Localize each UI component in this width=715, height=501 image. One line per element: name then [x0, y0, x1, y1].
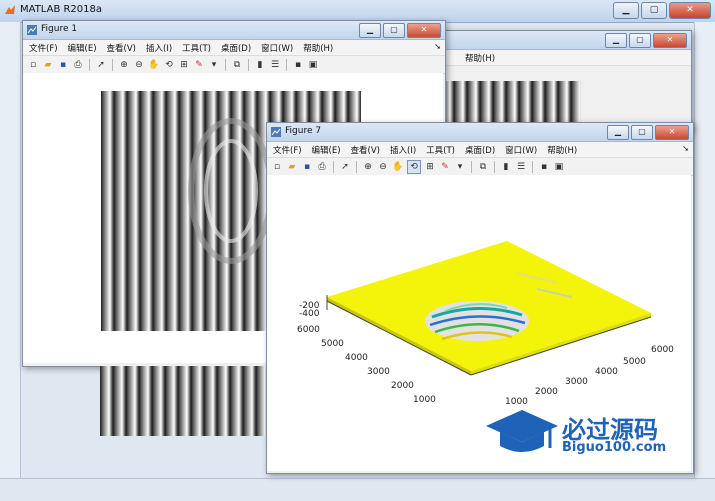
graduation-cap-icon: [486, 410, 558, 452]
brush-dropdown-icon[interactable]: ▾: [208, 59, 220, 71]
pointer-icon[interactable]: ➚: [339, 161, 351, 173]
brush-icon[interactable]: ✎: [193, 59, 205, 71]
status-bar: [0, 478, 715, 501]
fig7-menubar: 文件(F) 编辑(E) 查看(V) 插入(I) 工具(T) 桌面(D) 窗口(W…: [267, 142, 693, 158]
minimize-button[interactable]: ▁: [613, 2, 639, 19]
open-file-icon[interactable]: ▰: [286, 161, 298, 173]
fig1-close-button[interactable]: ✕: [407, 23, 441, 38]
menu-dock-arrow-icon[interactable]: ➘: [682, 144, 689, 153]
link-plot-icon[interactable]: ⧉: [231, 59, 243, 71]
save-icon[interactable]: ▪: [57, 59, 69, 71]
zoom-in-icon[interactable]: ⊕: [118, 59, 130, 71]
new-figure-icon[interactable]: ▫: [271, 161, 283, 173]
y-tick-label: 4000: [345, 353, 368, 363]
new-figure-icon[interactable]: ▫: [27, 59, 39, 71]
x-tick-label: 1000: [505, 397, 528, 407]
zoom-out-icon[interactable]: ⊖: [377, 161, 389, 173]
hide-plot-tools-icon[interactable]: ▪: [538, 161, 550, 173]
colorbar-icon[interactable]: ▮: [500, 161, 512, 173]
pan-icon[interactable]: ✋: [148, 59, 160, 71]
back-close-button[interactable]: ✕: [653, 33, 687, 48]
menu-dock-arrow-icon[interactable]: ➘: [434, 42, 441, 51]
show-plot-tools-icon[interactable]: ▣: [307, 59, 319, 71]
figure1-title: Figure 1: [41, 24, 78, 34]
rotate-3d-icon[interactable]: ⟲: [407, 159, 421, 174]
fig7-minimize-button[interactable]: ▁: [607, 125, 629, 140]
print-icon[interactable]: ⎙: [72, 59, 84, 71]
zoom-out-icon[interactable]: ⊖: [133, 59, 145, 71]
fig1-minimize-button[interactable]: ▁: [359, 23, 381, 38]
close-button[interactable]: ✕: [669, 2, 711, 19]
menu-tools[interactable]: 工具(T): [426, 144, 455, 156]
watermark-url: Biguo100.com: [562, 440, 667, 455]
menu-window[interactable]: 窗口(W): [261, 42, 293, 54]
fig7-toolbar: ▫ ▰ ▪ ⎙ ➚ ⊕ ⊖ ✋ ⟲ ⊞ ✎ ▾ ⧉ ▮ ☰ ▪ ▣: [267, 158, 693, 176]
fig7-close-button[interactable]: ✕: [655, 125, 689, 140]
matlab-logo-icon: [5, 5, 15, 14]
colorbar-icon[interactable]: ▮: [254, 59, 266, 71]
brush-icon[interactable]: ✎: [439, 161, 451, 173]
y-tick-label: 2000: [391, 381, 414, 391]
legend-icon[interactable]: ☰: [515, 161, 527, 173]
menu-help[interactable]: 帮助(H): [547, 144, 577, 156]
brush-dropdown-icon[interactable]: ▾: [454, 161, 466, 173]
maximize-button[interactable]: ▢: [641, 2, 667, 19]
left-side-panel: [0, 22, 21, 500]
menu-tools[interactable]: 工具(T): [182, 42, 211, 54]
link-plot-icon[interactable]: ⧉: [477, 161, 489, 173]
lower-stripe-image: [100, 366, 266, 436]
x-tick-label: 4000: [595, 367, 618, 377]
back-menu-help[interactable]: 帮助(H): [465, 52, 495, 64]
menu-desktop[interactable]: 桌面(D): [465, 144, 495, 156]
x-tick-label: 3000: [565, 377, 588, 387]
pan-icon[interactable]: ✋: [392, 161, 404, 173]
menu-edit[interactable]: 编辑(E): [312, 144, 341, 156]
x-tick-label: 5000: [623, 357, 646, 367]
rotate-3d-icon[interactable]: ⟲: [163, 59, 175, 71]
z-tick-label: -400: [299, 309, 320, 319]
figure-icon: [27, 25, 37, 35]
menu-insert[interactable]: 插入(I): [146, 42, 172, 54]
show-plot-tools-icon[interactable]: ▣: [553, 161, 565, 173]
fig7-maximize-button[interactable]: ▢: [631, 125, 653, 140]
fig1-toolbar: ▫ ▰ ▪ ⎙ ➚ ⊕ ⊖ ✋ ⟲ ⊞ ✎ ▾ ⧉ ▮ ☰ ▪ ▣: [23, 56, 445, 74]
menu-file[interactable]: 文件(F): [29, 42, 58, 54]
fig1-maximize-button[interactable]: ▢: [383, 23, 405, 38]
hide-plot-tools-icon[interactable]: ▪: [292, 59, 304, 71]
back-minimize-button[interactable]: ▁: [605, 33, 627, 48]
menu-view[interactable]: 查看(V): [107, 42, 136, 54]
back-figure-window-a: ▁ ▢ ✕ 帮助(H): [440, 30, 692, 132]
menu-help[interactable]: 帮助(H): [303, 42, 333, 54]
app-title: MATLAB R2018a: [20, 4, 103, 15]
fig1-menubar: 文件(F) 编辑(E) 查看(V) 插入(I) 工具(T) 桌面(D) 窗口(W…: [23, 40, 445, 56]
data-cursor-icon[interactable]: ⊞: [424, 161, 436, 173]
menu-edit[interactable]: 编辑(E): [68, 42, 97, 54]
y-tick-label: 1000: [413, 395, 436, 405]
back-maximize-button[interactable]: ▢: [629, 33, 651, 48]
x-tick-label: 2000: [535, 387, 558, 397]
right-side-panel: [694, 22, 715, 500]
save-icon[interactable]: ▪: [301, 161, 313, 173]
zoom-in-icon[interactable]: ⊕: [362, 161, 374, 173]
menu-view[interactable]: 查看(V): [351, 144, 380, 156]
menu-window[interactable]: 窗口(W): [505, 144, 537, 156]
y-tick-label: 5000: [321, 339, 344, 349]
menu-file[interactable]: 文件(F): [273, 144, 302, 156]
data-cursor-icon[interactable]: ⊞: [178, 59, 190, 71]
print-icon[interactable]: ⎙: [316, 161, 328, 173]
y-tick-label: 3000: [367, 367, 390, 377]
menu-insert[interactable]: 插入(I): [390, 144, 416, 156]
open-file-icon[interactable]: ▰: [42, 59, 54, 71]
menu-desktop[interactable]: 桌面(D): [221, 42, 251, 54]
pointer-icon[interactable]: ➚: [95, 59, 107, 71]
legend-icon[interactable]: ☰: [269, 59, 281, 71]
y-tick-label: 6000: [297, 325, 320, 335]
figure7-title: Figure 7: [285, 126, 322, 136]
figure-icon: [271, 127, 281, 137]
x-tick-label: 6000: [651, 345, 674, 355]
